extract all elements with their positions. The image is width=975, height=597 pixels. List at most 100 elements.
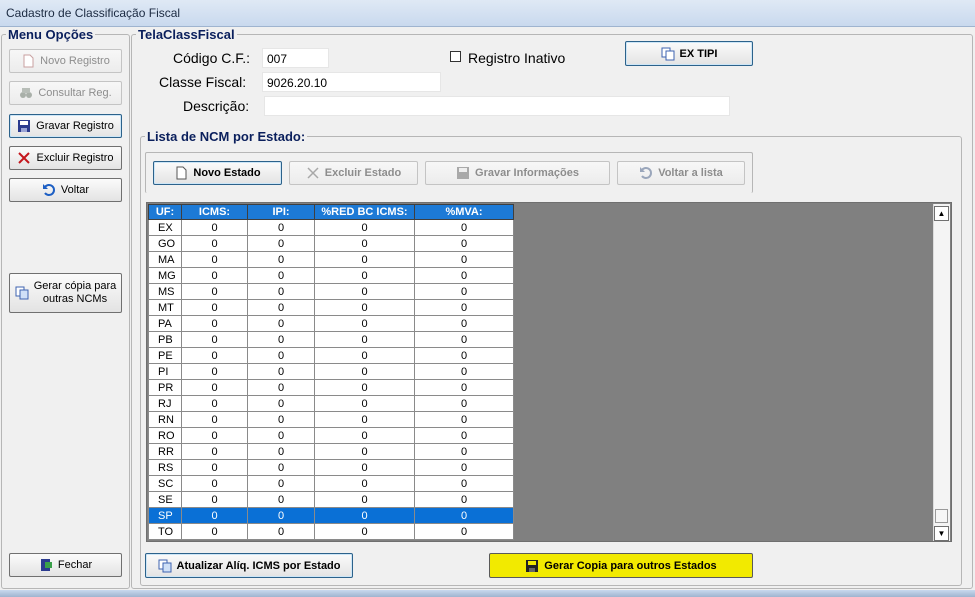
codigo-field[interactable]: 007	[262, 48, 329, 68]
value-cell[interactable]: 0	[181, 363, 248, 380]
generate-copy-ncm-button[interactable]: Gerar cópia para outras NCMs	[9, 273, 122, 313]
uf-cell[interactable]: EX	[148, 219, 182, 236]
value-cell[interactable]: 0	[414, 427, 514, 444]
value-cell[interactable]: 0	[247, 395, 315, 412]
value-cell[interactable]: 0	[414, 523, 514, 540]
value-cell[interactable]: 0	[414, 347, 514, 364]
value-cell[interactable]: 0	[181, 251, 248, 268]
uf-cell[interactable]: MG	[148, 267, 182, 284]
value-cell[interactable]: 0	[314, 315, 415, 332]
table-row[interactable]: RS 0 0 0 0	[148, 459, 514, 476]
value-cell[interactable]: 0	[314, 283, 415, 300]
ex-tipi-button[interactable]: EX TIPI	[625, 41, 753, 66]
value-cell[interactable]: 0	[414, 267, 514, 284]
uf-cell[interactable]: PA	[148, 315, 182, 332]
value-cell[interactable]: 0	[247, 219, 315, 236]
value-cell[interactable]: 0	[181, 331, 248, 348]
value-cell[interactable]: 0	[247, 299, 315, 316]
vertical-scrollbar[interactable]: ▲ ▼	[933, 204, 950, 541]
uf-cell[interactable]: RN	[148, 411, 182, 428]
value-cell[interactable]: 0	[247, 363, 315, 380]
value-cell[interactable]: 0	[181, 395, 248, 412]
value-cell[interactable]: 0	[314, 395, 415, 412]
value-cell[interactable]: 0	[414, 283, 514, 300]
value-cell[interactable]: 0	[181, 459, 248, 476]
value-cell[interactable]: 0	[247, 283, 315, 300]
delete-record-button[interactable]: Excluir Registro	[9, 146, 122, 170]
value-cell[interactable]: 0	[247, 267, 315, 284]
table-row[interactable]: PR 0 0 0 0	[148, 379, 514, 396]
table-row[interactable]: RR 0 0 0 0	[148, 443, 514, 460]
column-header-uf[interactable]: UF:	[148, 204, 182, 220]
value-cell[interactable]: 0	[247, 315, 315, 332]
value-cell[interactable]: 0	[181, 299, 248, 316]
value-cell[interactable]: 0	[314, 251, 415, 268]
value-cell[interactable]: 0	[414, 315, 514, 332]
value-cell[interactable]: 0	[414, 219, 514, 236]
uf-cell[interactable]: GO	[148, 235, 182, 252]
value-cell[interactable]: 0	[414, 379, 514, 396]
save-info-button[interactable]: Gravar Informações	[425, 161, 610, 185]
uf-cell[interactable]: PB	[148, 331, 182, 348]
update-icms-button[interactable]: Atualizar Alíq. ICMS por Estado	[145, 553, 353, 578]
value-cell[interactable]: 0	[181, 411, 248, 428]
new-record-button[interactable]: Novo Registro	[9, 49, 122, 73]
table-row[interactable]: EX 0 0 0 0	[148, 219, 514, 236]
value-cell[interactable]: 0	[314, 235, 415, 252]
value-cell[interactable]: 0	[314, 363, 415, 380]
value-cell[interactable]: 0	[181, 219, 248, 236]
value-cell[interactable]: 0	[314, 347, 415, 364]
value-cell[interactable]: 0	[314, 507, 415, 524]
registro-inativo-checkbox[interactable]	[450, 51, 461, 62]
value-cell[interactable]: 0	[247, 507, 315, 524]
table-row[interactable]: PI 0 0 0 0	[148, 363, 514, 380]
uf-cell[interactable]: PR	[148, 379, 182, 396]
back-button[interactable]: Voltar	[9, 178, 122, 202]
back-to-list-button[interactable]: Voltar a lista	[617, 161, 745, 185]
value-cell[interactable]: 0	[181, 283, 248, 300]
value-cell[interactable]: 0	[181, 443, 248, 460]
generate-copy-states-button[interactable]: Gerar Copia para outros Estados	[489, 553, 753, 578]
uf-cell[interactable]: SE	[148, 491, 182, 508]
value-cell[interactable]: 0	[181, 315, 248, 332]
value-cell[interactable]: 0	[247, 347, 315, 364]
delete-state-button[interactable]: Excluir Estado	[289, 161, 418, 185]
value-cell[interactable]: 0	[414, 443, 514, 460]
value-cell[interactable]: 0	[181, 235, 248, 252]
value-cell[interactable]: 0	[314, 267, 415, 284]
value-cell[interactable]: 0	[247, 331, 315, 348]
value-cell[interactable]: 0	[181, 523, 248, 540]
uf-cell[interactable]: RR	[148, 443, 182, 460]
uf-cell[interactable]: RS	[148, 459, 182, 476]
value-cell[interactable]: 0	[247, 443, 315, 460]
value-cell[interactable]: 0	[414, 395, 514, 412]
table-row[interactable]: RJ 0 0 0 0	[148, 395, 514, 412]
close-button[interactable]: Fechar	[9, 553, 122, 577]
classe-field[interactable]: 9026.20.10	[262, 72, 441, 92]
descricao-field[interactable]	[264, 96, 730, 116]
table-row[interactable]: RN 0 0 0 0	[148, 411, 514, 428]
value-cell[interactable]: 0	[247, 235, 315, 252]
scroll-up-button[interactable]: ▲	[934, 206, 949, 221]
table-row[interactable]: GO 0 0 0 0	[148, 235, 514, 252]
uf-cell[interactable]: SP	[148, 507, 182, 524]
value-cell[interactable]: 0	[314, 475, 415, 492]
new-state-button[interactable]: Novo Estado	[153, 161, 282, 185]
table-row[interactable]: PE 0 0 0 0	[148, 347, 514, 364]
scroll-thumb[interactable]	[935, 509, 948, 523]
value-cell[interactable]: 0	[414, 251, 514, 268]
table-row[interactable]: MA 0 0 0 0	[148, 251, 514, 268]
table-row[interactable]: MS 0 0 0 0	[148, 283, 514, 300]
value-cell[interactable]: 0	[314, 427, 415, 444]
value-cell[interactable]: 0	[247, 459, 315, 476]
value-cell[interactable]: 0	[181, 427, 248, 444]
value-cell[interactable]: 0	[247, 491, 315, 508]
value-cell[interactable]: 0	[314, 379, 415, 396]
value-cell[interactable]: 0	[181, 379, 248, 396]
value-cell[interactable]: 0	[247, 411, 315, 428]
uf-cell[interactable]: PE	[148, 347, 182, 364]
value-cell[interactable]: 0	[247, 251, 315, 268]
table-row[interactable]: TO 0 0 0 0	[148, 523, 514, 540]
value-cell[interactable]: 0	[181, 507, 248, 524]
table-row[interactable]: SP 0 0 0 0	[148, 507, 514, 524]
